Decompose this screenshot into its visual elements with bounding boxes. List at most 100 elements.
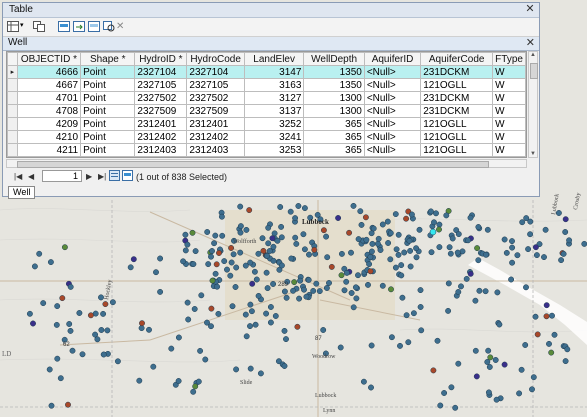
well-point[interactable] — [215, 310, 222, 317]
show-selected-records-icon[interactable] — [122, 170, 133, 183]
well-point[interactable] — [436, 244, 443, 251]
well-point[interactable] — [212, 270, 219, 277]
well-point[interactable] — [30, 320, 36, 327]
close-icon[interactable]: ✕ — [526, 36, 535, 49]
well-point[interactable] — [264, 252, 271, 259]
cell-shape[interactable]: Point — [80, 104, 136, 118]
related-tables-icon[interactable] — [33, 21, 46, 33]
zoom-to-selected-icon[interactable] — [103, 21, 116, 33]
cell-aquiferid[interactable]: <Null> — [363, 117, 422, 131]
well-point[interactable] — [529, 386, 535, 393]
well-point[interactable] — [182, 247, 189, 254]
well-point[interactable] — [138, 325, 145, 332]
cell-objectid[interactable]: 4708 — [16, 104, 82, 118]
header-selector[interactable] — [7, 52, 18, 66]
well-point[interactable] — [516, 390, 523, 397]
well-point[interactable] — [463, 275, 470, 282]
well-point[interactable] — [192, 248, 199, 255]
well-point[interactable] — [65, 401, 71, 408]
well-point[interactable] — [243, 226, 250, 233]
well-point[interactable] — [518, 366, 525, 373]
well-point[interactable] — [395, 251, 402, 258]
well-point[interactable] — [430, 367, 437, 374]
well-point[interactable] — [114, 358, 121, 365]
cell-landelev[interactable]: 3147 — [243, 65, 305, 79]
well-point[interactable] — [482, 251, 489, 258]
well-point[interactable] — [295, 203, 302, 209]
cell-hydrocode[interactable]: 2312402 — [186, 130, 245, 144]
well-point[interactable] — [301, 286, 307, 293]
well-point[interactable] — [297, 277, 304, 284]
cell-welldepth[interactable]: 365 — [303, 143, 365, 157]
well-point[interactable] — [562, 216, 569, 223]
well-point[interactable] — [237, 229, 244, 236]
well-point[interactable] — [558, 257, 565, 264]
well-point[interactable] — [263, 310, 270, 317]
row-selector[interactable] — [7, 156, 18, 157]
dropdown-arrow-icon[interactable]: ▾ — [20, 21, 28, 33]
well-point[interactable] — [306, 251, 312, 258]
well-point[interactable] — [228, 245, 235, 251]
well-point[interactable] — [455, 289, 462, 295]
well-point[interactable] — [208, 323, 214, 330]
well-point[interactable] — [501, 236, 508, 243]
well-point[interactable] — [455, 360, 462, 367]
well-point[interactable] — [205, 261, 212, 268]
cell-welldepth[interactable]: 365 — [303, 117, 365, 131]
cell-objectid[interactable]: 4667 — [16, 78, 82, 92]
well-point[interactable] — [54, 355, 61, 362]
cell-shape[interactable]: Point — [80, 78, 136, 92]
row-selector[interactable]: ▸ — [7, 65, 18, 79]
cell-welldepth[interactable]: 1300 — [303, 104, 365, 118]
table-row[interactable]: 4209 Point 2312401 2312401 3252 365 <Null> 121O… — [7, 117, 526, 131]
previous-record-icon[interactable]: ◀ — [28, 172, 34, 181]
attribute-grid[interactable]: OBJECTID * Shape * HydroID * HydroCode L… — [6, 51, 527, 158]
last-record-icon[interactable]: ▶| — [98, 172, 106, 181]
well-point[interactable] — [384, 218, 391, 225]
well-point[interactable] — [294, 323, 301, 330]
well-point[interactable] — [379, 282, 386, 289]
well-point[interactable] — [395, 231, 402, 238]
well-point[interactable] — [492, 357, 499, 363]
well-point[interactable] — [399, 294, 406, 301]
well-point[interactable] — [237, 249, 244, 256]
well-point[interactable] — [446, 244, 453, 251]
well-point[interactable] — [278, 223, 285, 230]
well-point[interactable] — [367, 254, 374, 260]
well-point[interactable] — [355, 236, 362, 243]
well-point[interactable] — [98, 294, 104, 301]
scroll-up-arrow-icon[interactable]: ▲ — [529, 52, 537, 58]
well-point[interactable] — [265, 224, 272, 231]
well-point[interactable] — [146, 326, 152, 333]
cell-objectid[interactable]: 4701 — [16, 91, 82, 105]
well-point[interactable] — [532, 313, 539, 320]
well-point[interactable] — [249, 280, 256, 287]
well-point[interactable] — [387, 230, 394, 237]
well-point[interactable] — [530, 374, 537, 381]
well-point[interactable] — [410, 310, 417, 317]
table-row[interactable]: ▸ 4666 Point 2327104 2327104 3147 1350 <Null> 23… — [7, 65, 526, 79]
well-point[interactable] — [267, 304, 274, 310]
well-point[interactable] — [242, 311, 249, 318]
header-ftype[interactable]: FType — [492, 52, 526, 66]
cell-landelev[interactable]: 3252 — [243, 117, 305, 131]
well-point[interactable] — [292, 215, 299, 222]
show-all-records-icon[interactable] — [109, 170, 120, 183]
well-point[interactable] — [363, 236, 370, 243]
well-point[interactable] — [441, 390, 448, 396]
well-point[interactable] — [136, 377, 143, 384]
table-row[interactable]: 4210 Point 2312402 2312402 3241 365 <Null> 121O… — [7, 130, 526, 144]
cell-shape[interactable]: Point — [80, 65, 136, 79]
well-point[interactable] — [69, 347, 76, 354]
well-point[interactable] — [198, 292, 205, 299]
well-point[interactable] — [153, 269, 159, 276]
well-point[interactable] — [36, 250, 43, 257]
well-point[interactable] — [292, 234, 299, 241]
well-point[interactable] — [291, 279, 298, 286]
well-point[interactable] — [417, 304, 424, 310]
cell-aquifercode[interactable]: 121OGLL — [420, 156, 494, 157]
horizontal-scroll-thumb[interactable] — [17, 161, 489, 168]
cell-aquiferid[interactable]: <Null> — [363, 104, 422, 118]
well-point[interactable] — [551, 331, 558, 338]
cell-aquiferid[interactable]: <Null> — [363, 143, 422, 157]
